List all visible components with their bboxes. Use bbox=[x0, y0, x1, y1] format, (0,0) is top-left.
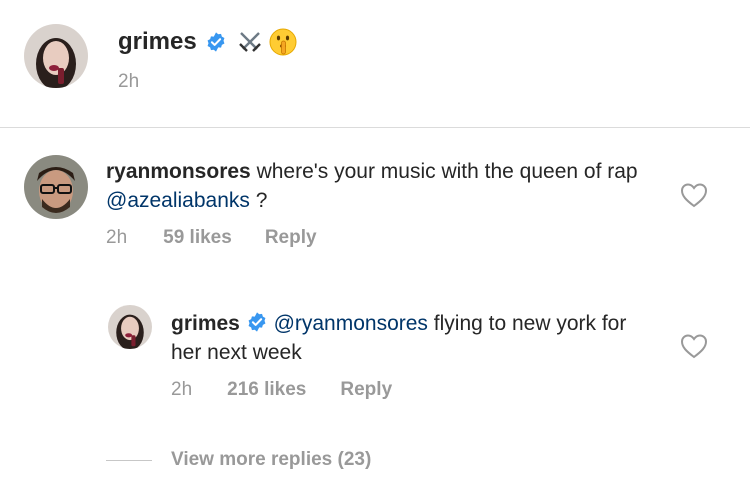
view-more-line bbox=[106, 460, 152, 461]
comment-meta: 2h 59 likes Reply bbox=[106, 227, 317, 249]
reply-reply-button[interactable]: Reply bbox=[340, 379, 392, 401]
comment-time: 2h bbox=[106, 227, 128, 248]
comment-text-after: ? bbox=[249, 189, 268, 212]
comment-reply-button[interactable]: Reply bbox=[265, 227, 317, 249]
divider bbox=[0, 127, 750, 128]
reply-username[interactable]: grimes bbox=[171, 312, 240, 335]
post-timestamp: 2h bbox=[118, 71, 140, 92]
reply-body: grimes @ryanmonsores flying to new york … bbox=[171, 309, 641, 367]
comment-likes[interactable]: 59 likes bbox=[163, 227, 232, 249]
view-more-replies-button[interactable]: View more replies (23) bbox=[171, 449, 371, 471]
reply-like-icon[interactable] bbox=[679, 332, 709, 360]
shushing-face-icon bbox=[269, 28, 297, 56]
crossed-swords-icon bbox=[237, 29, 263, 55]
comment-like-icon[interactable] bbox=[679, 181, 709, 209]
comment-avatar[interactable] bbox=[24, 155, 88, 219]
reply-mention[interactable]: @ryanmonsores bbox=[274, 312, 428, 335]
comment-text-before: where's your music with the queen of rap bbox=[256, 160, 638, 183]
reply-time: 2h bbox=[171, 379, 193, 400]
comment-mention[interactable]: @azealiabanks bbox=[106, 189, 250, 212]
comment-username[interactable]: ryanmonsores bbox=[106, 160, 251, 183]
verified-badge-icon bbox=[205, 31, 227, 53]
post-header: grimes bbox=[118, 26, 297, 58]
reply-avatar[interactable] bbox=[108, 305, 152, 349]
reply-meta: 2h 216 likes Reply bbox=[171, 379, 392, 401]
reply-verified-badge-icon bbox=[246, 311, 268, 333]
reply-likes[interactable]: 216 likes bbox=[227, 379, 306, 401]
comment-body: ryanmonsores where's your music with the… bbox=[106, 157, 646, 215]
post-avatar[interactable] bbox=[24, 24, 88, 88]
view-more-label: View more replies (23) bbox=[171, 449, 372, 470]
post-username[interactable]: grimes bbox=[118, 28, 197, 56]
